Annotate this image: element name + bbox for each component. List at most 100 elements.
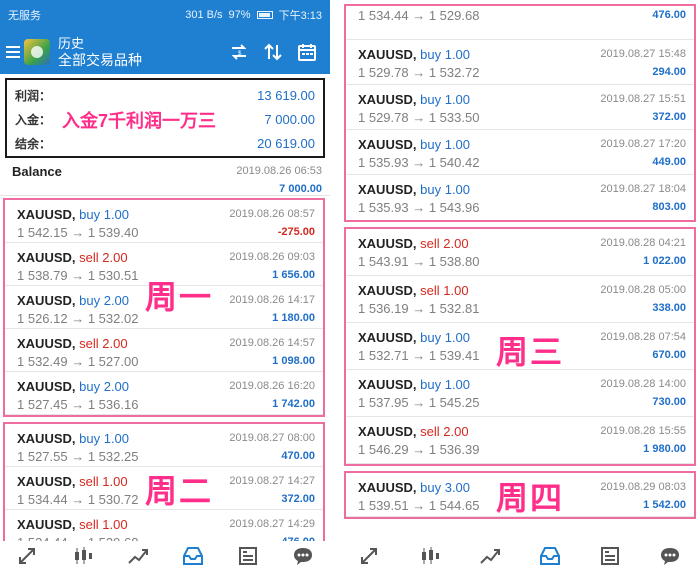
- trade-row[interactable]: XAUUSD, sell 1.00 2019.08.28 05:00 1 536.1…: [346, 276, 694, 323]
- trade-time: 2019.08.27 17:20: [600, 138, 686, 150]
- group-tuesday-continued: 1 534.44 → 1 529.68 476.00 XAUUSD, buy 1.0…: [344, 4, 696, 222]
- trade-time: 2019.08.27 15:51: [600, 93, 686, 105]
- trade-side: buy 1.00: [420, 376, 471, 392]
- app-logo-icon: [24, 39, 50, 65]
- balance-entry-time: 2019.08.26 06:53: [236, 165, 322, 177]
- trade-time: 2019.08.26 14:17: [229, 294, 315, 306]
- balance-entry-amount: 7 000.00: [279, 183, 322, 195]
- trade-prices: 1 527.55 → 1 532.25: [17, 448, 139, 464]
- trade-prices: 1 532.71 → 1 539.41: [358, 347, 480, 363]
- balance-label: 结余：: [15, 136, 52, 151]
- news-icon[interactable]: [233, 543, 263, 569]
- trade-row[interactable]: XAUUSD, sell 2.00 2019.08.28 15:55 1 546.2…: [346, 417, 694, 464]
- group-thursday: XAUUSD, buy 3.00 2019.08.29 08:03 1 539.51…: [344, 471, 696, 519]
- battery-icon: [256, 11, 273, 19]
- battery-text: 97%: [228, 9, 251, 21]
- trade-profit: 1 098.00: [272, 355, 315, 367]
- trade-side: sell 1.00: [79, 516, 128, 532]
- balance-entry[interactable]: Balance 2019.08.26 06:53 7 000.00: [0, 158, 330, 196]
- trade-prices: 1 526.12 → 1 532.02: [17, 310, 139, 326]
- trade-side: buy 2.00: [79, 378, 130, 394]
- trade-row[interactable]: XAUUSD, buy 1.00 2019.08.27 17:20 1 535.93…: [346, 130, 694, 175]
- trade-side: buy 3.00: [420, 479, 471, 495]
- trade-symbol: XAUUSD,: [358, 46, 417, 62]
- trade-row[interactable]: XAUUSD, sell 2.00 2019.08.28 04:21 1 543.9…: [346, 229, 694, 276]
- trade-side: sell 2.00: [420, 235, 469, 251]
- trade-profit: 1 180.00: [272, 312, 315, 324]
- candles-icon[interactable]: [415, 543, 445, 569]
- trade-time: 2019.08.27 14:29: [229, 518, 315, 530]
- app-header: 历史 全部交易品种 $: [0, 30, 330, 74]
- trade-time: 2019.08.28 05:00: [600, 284, 686, 296]
- trade-profit: 476.00: [652, 9, 686, 21]
- trade-prices: 1 534.44 → 1 530.72: [17, 491, 139, 507]
- group-tuesday: XAUUSD, buy 1.00 2019.08.27 08:00 1 527.55…: [3, 422, 325, 555]
- trade-prices: 1 529.78 → 1 533.50: [358, 109, 480, 125]
- trade-profit: 338.00: [652, 302, 686, 314]
- trade-symbol: XAUUSD,: [358, 423, 417, 439]
- trade-symbol: XAUUSD,: [358, 91, 417, 107]
- trade-row[interactable]: 1 534.44 → 1 529.68 476.00: [346, 6, 694, 40]
- trade-profit: 294.00: [652, 66, 686, 78]
- trade-symbol: XAUUSD,: [17, 430, 76, 446]
- trade-prices: 1 542.15 → 1 539.40: [17, 224, 139, 240]
- trade-prices: 1 535.93 → 1 540.42: [358, 154, 480, 170]
- trade-prices: 1 536.19 → 1 532.81: [358, 300, 480, 316]
- history-icon[interactable]: [178, 543, 208, 569]
- panel-divider: [330, 0, 340, 571]
- trade-profit: -275.00: [277, 226, 315, 238]
- bottom-nav: [0, 541, 330, 571]
- news-icon[interactable]: [595, 543, 625, 569]
- trade-row[interactable]: XAUUSD, buy 1.00 2019.08.27 18:04 1 535.93…: [346, 175, 694, 220]
- chart-icon[interactable]: [123, 543, 153, 569]
- menu-icon[interactable]: [6, 46, 20, 58]
- trade-profit: 730.00: [652, 396, 686, 408]
- trade-symbol: XAUUSD,: [358, 235, 417, 251]
- trade-icon[interactable]: [355, 543, 385, 569]
- trade-side: sell 2.00: [79, 335, 128, 351]
- candles-icon[interactable]: [68, 543, 98, 569]
- deposit-value: 7 000.00: [264, 111, 315, 127]
- page-title: 历史: [58, 36, 85, 51]
- trade-time: 2019.08.27 14:27: [229, 475, 315, 487]
- transfer-icon[interactable]: $: [222, 37, 256, 67]
- network-speed: 301 B/s: [185, 9, 223, 21]
- trade-symbol: XAUUSD,: [17, 516, 76, 532]
- chat-icon[interactable]: [655, 543, 685, 569]
- sort-icon[interactable]: [256, 37, 290, 67]
- trade-side: buy 1.00: [420, 91, 471, 107]
- status-bar: 无服务 301 B/s 97% 下午3:13: [0, 0, 330, 30]
- trade-row[interactable]: XAUUSD, sell 2.00 2019.08.26 14:57 1 532.4…: [5, 329, 323, 372]
- history-icon[interactable]: [535, 543, 565, 569]
- trade-side: buy 2.00: [79, 292, 130, 308]
- trade-icon[interactable]: [13, 543, 43, 569]
- trade-row[interactable]: XAUUSD, buy 1.00 2019.08.26 08:57 1 542.15…: [5, 200, 323, 243]
- chart-icon[interactable]: [475, 543, 505, 569]
- trade-symbol: XAUUSD,: [358, 329, 417, 345]
- clock: 下午3:13: [278, 10, 322, 22]
- trade-symbol: XAUUSD,: [358, 136, 417, 152]
- trade-symbol: XAUUSD,: [17, 292, 76, 308]
- trade-row[interactable]: XAUUSD, buy 1.00 2019.08.27 15:51 1 529.78…: [346, 85, 694, 130]
- trade-prices: 1 546.29 → 1 536.39: [358, 441, 480, 457]
- profit-value: 13 619.00: [257, 87, 315, 103]
- trade-row[interactable]: XAUUSD, buy 1.00 2019.08.27 08:00 1 527.55…: [5, 424, 323, 467]
- chat-icon[interactable]: [288, 543, 318, 569]
- trade-prices: 1 534.44 → 1 529.68: [358, 7, 480, 23]
- trade-symbol: XAUUSD,: [17, 249, 76, 265]
- trade-row[interactable]: XAUUSD, buy 1.00 2019.08.28 14:00 1 537.95…: [346, 370, 694, 417]
- trade-time: 2019.08.26 16:20: [229, 380, 315, 392]
- calendar-icon[interactable]: [290, 37, 324, 67]
- trade-time: 2019.08.26 09:03: [229, 251, 315, 263]
- trade-symbol: XAUUSD,: [358, 479, 417, 495]
- trade-row[interactable]: XAUUSD, buy 1.00 2019.08.27 15:48 1 529.78…: [346, 40, 694, 85]
- trade-profit: 1 742.00: [272, 398, 315, 410]
- trade-side: buy 1.00: [420, 329, 471, 345]
- trade-symbol: XAUUSD,: [358, 181, 417, 197]
- symbol-filter[interactable]: 全部交易品种: [58, 52, 222, 68]
- trade-side: sell 2.00: [79, 249, 128, 265]
- carrier-text: 无服务: [8, 10, 41, 22]
- trade-row[interactable]: XAUUSD, buy 2.00 2019.08.26 16:20 1 527.45…: [5, 372, 323, 415]
- account-summary: 利润： 13 619.00 入金： 7 000.00 结余： 20 619.00…: [5, 78, 325, 158]
- trade-side: buy 1.00: [79, 206, 130, 222]
